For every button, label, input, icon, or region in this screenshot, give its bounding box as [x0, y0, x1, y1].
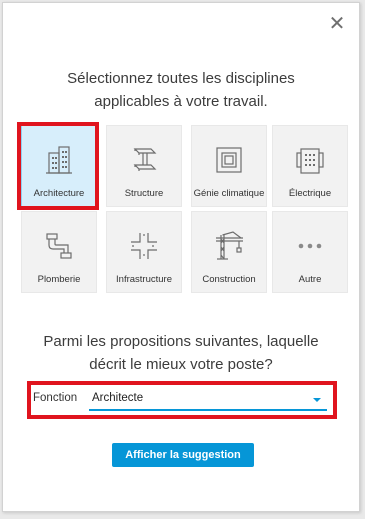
electrical-panel-icon: [273, 134, 347, 186]
select-underline: [89, 409, 327, 411]
tile-plumbing[interactable]: Plomberie: [21, 211, 97, 293]
disciplines-question: Sélectionnez toutes les disciplines appl…: [67, 70, 295, 110]
tile-label: Génie climatique: [193, 188, 265, 199]
close-icon[interactable]: ✕: [328, 14, 346, 34]
building-icon: [22, 134, 96, 186]
hvac-vent-icon: [192, 134, 266, 186]
role-select[interactable]: Architecte: [89, 389, 327, 411]
tile-electrical[interactable]: Électrique: [272, 125, 348, 207]
tile-label: Structure: [124, 188, 164, 199]
tile-label: Infrastructure: [116, 274, 172, 285]
tile-infrastructure[interactable]: Infrastructure: [106, 211, 182, 293]
tile-label: Construction: [202, 274, 256, 285]
road-intersection-icon: [107, 220, 181, 272]
chevron-down-icon[interactable]: [313, 398, 321, 402]
role-question: Parmi les propositions suivantes, laquel…: [43, 333, 319, 373]
crane-icon: [192, 220, 266, 272]
more-dots-icon: [273, 220, 347, 272]
tile-architecture[interactable]: Architecture: [21, 125, 97, 207]
tile-construction[interactable]: Construction: [191, 211, 267, 293]
tile-other[interactable]: Autre: [272, 211, 348, 293]
tile-label: Autre: [298, 274, 322, 285]
tile-label: Électrique: [288, 188, 332, 199]
show-suggestion-button[interactable]: Afficher la suggestion: [112, 443, 254, 467]
role-select-value: Architecte: [92, 392, 144, 404]
discipline-dialog: ✕ Sélectionnez toutes les disciplines ap…: [2, 2, 360, 512]
steel-beam-icon: [107, 134, 181, 186]
role-field-label: Fonction: [33, 392, 78, 404]
tile-structure[interactable]: Structure: [106, 125, 182, 207]
pipe-icon: [22, 220, 96, 272]
tile-label: Plomberie: [37, 274, 81, 285]
tile-label: Architecture: [33, 188, 85, 199]
tile-hvac[interactable]: Génie climatique: [191, 125, 267, 207]
